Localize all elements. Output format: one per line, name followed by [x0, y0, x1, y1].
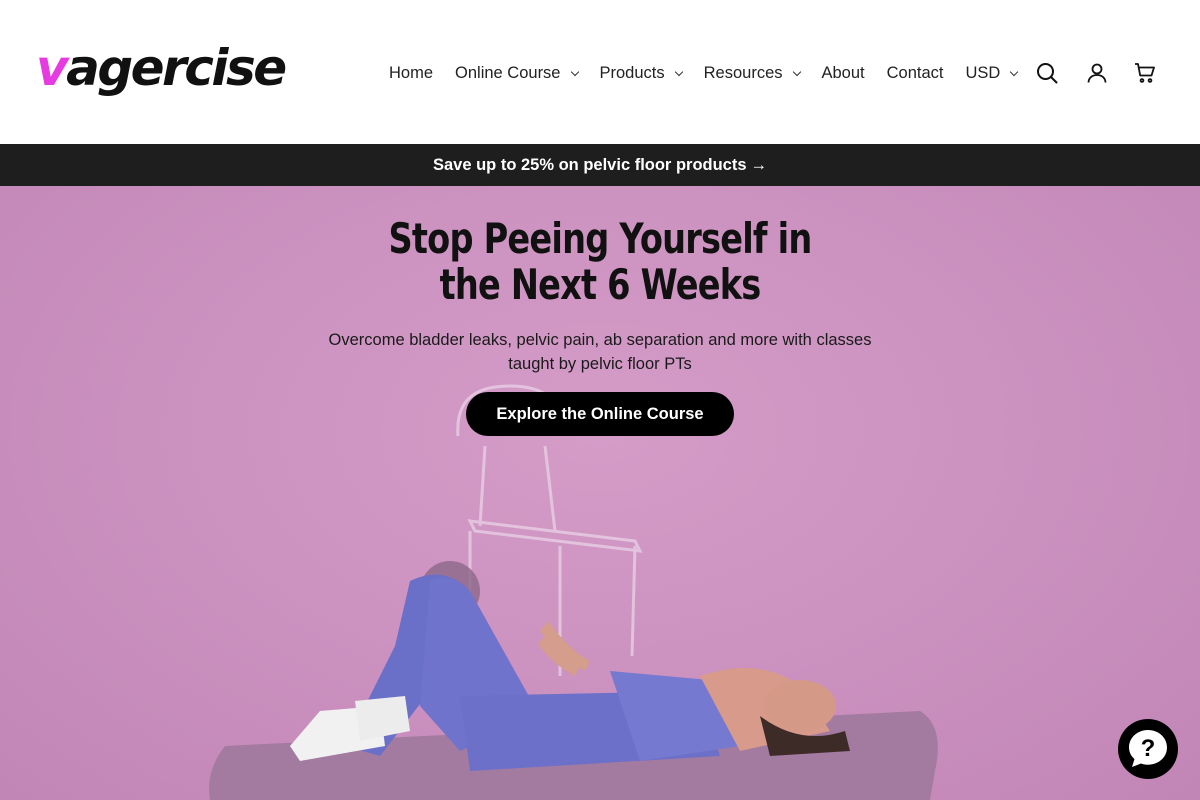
- chevron-down-icon: [570, 67, 579, 76]
- vagercise-logo[interactable]: vagercise: [36, 38, 287, 98]
- nav-home[interactable]: Home: [378, 58, 444, 88]
- hero-section: Stop Peeing Yourself in the Next 6 Weeks…: [0, 186, 1200, 800]
- nav-online-course[interactable]: Online Course: [444, 58, 588, 88]
- nav-about[interactable]: About: [811, 58, 876, 88]
- nav-contact[interactable]: Contact: [876, 58, 955, 88]
- search-icon: [1037, 63, 1058, 84]
- nav-resources[interactable]: Resources: [693, 58, 811, 88]
- site-header: vagercise Home Online Course Products Re…: [0, 0, 1200, 144]
- account-icon: [1087, 63, 1107, 83]
- cart-button[interactable]: [1128, 56, 1162, 90]
- chat-button[interactable]: ?: [1118, 719, 1178, 779]
- svg-text:?: ?: [1141, 735, 1156, 762]
- cart-icon: [1135, 63, 1155, 83]
- account-button[interactable]: [1080, 56, 1114, 90]
- person-illustration: [290, 574, 850, 771]
- nav-products[interactable]: Products: [589, 58, 693, 88]
- chevron-down-icon: [792, 67, 801, 76]
- chevron-down-icon: [1010, 67, 1019, 76]
- main-nav: Home Online Course Products Resources Ab…: [378, 58, 1028, 88]
- chat-help-icon: ?: [1129, 730, 1167, 767]
- promo-text: Save up to 25% on pelvic floor products: [432, 155, 747, 174]
- arrow-right-icon: →: [750, 155, 768, 174]
- currency-selector[interactable]: USD: [955, 58, 1029, 88]
- explore-course-button[interactable]: Explore the Online Course: [466, 392, 734, 436]
- promo-banner[interactable]: Save up to 25% on pelvic floor products …: [0, 144, 1200, 186]
- search-button[interactable]: [1030, 56, 1064, 90]
- hero-title: Stop Peeing Yourself in the Next 6 Weeks: [388, 214, 813, 309]
- hero-subtitle: Overcome bladder leaks, pelvic pain, ab …: [328, 331, 872, 373]
- chevron-down-icon: [674, 67, 683, 76]
